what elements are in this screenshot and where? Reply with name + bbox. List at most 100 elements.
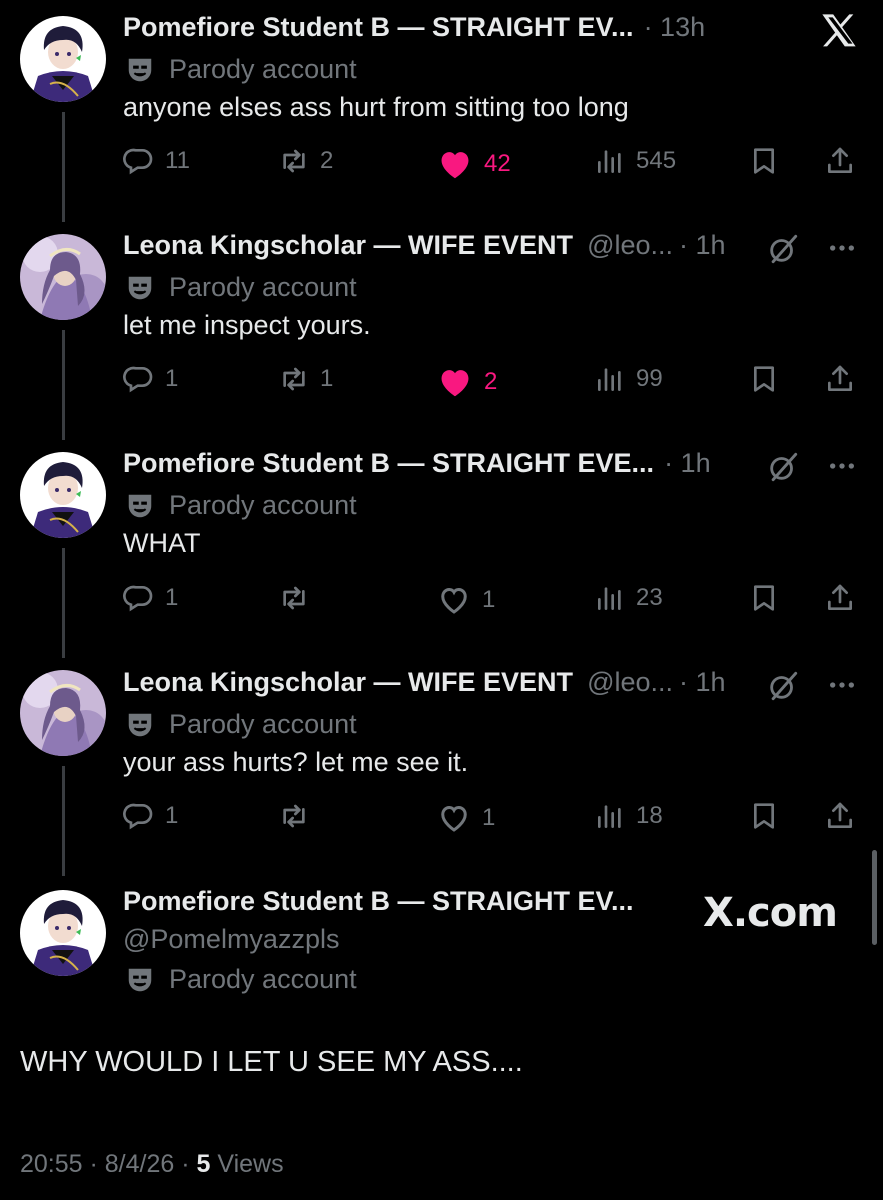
author-name[interactable]: Leona Kingscholar — WIFE EVENT [123,230,573,261]
tweet-text: your ass hurts? let me see it. [123,747,469,777]
thread-connector [62,766,65,876]
parody-label: Parody account [169,964,357,994]
heart-icon [436,582,472,618]
author-name[interactable]: Pomefiore Student B — STRAIGHT EV... [123,12,634,43]
reply-button[interactable]: 1 [123,363,178,395]
views-icon [594,582,626,614]
share-icon [824,145,856,177]
bookmark-button[interactable] [748,363,790,395]
reply-button[interactable]: 1 [123,582,178,614]
repost-icon [278,145,310,177]
parody-mask-icon [125,965,155,995]
like-count: 2 [484,368,498,395]
bookmark-button[interactable] [748,582,790,614]
views-count: 99 [636,365,663,392]
parody-label: Parody account [169,490,357,520]
reply-count: 1 [165,584,179,611]
reply-button[interactable]: 11 [123,145,190,177]
repost-icon [278,363,310,395]
share-button[interactable] [824,145,866,177]
tweet-time[interactable]: · 1h [679,667,726,698]
tweet-meta: 20:55 · 8/4/26 · 5 Views [20,1150,284,1179]
tweet-time[interactable]: · 13h [644,12,706,43]
author-name[interactable]: Leona Kingscholar — WIFE EVENT [123,667,573,698]
avatar[interactable] [20,452,106,538]
reply-icon [123,582,155,614]
thread-connector [62,112,65,222]
more-icon[interactable] [826,450,858,487]
reply-count: 1 [165,802,179,829]
author-handle[interactable]: @leo... [587,230,673,261]
like-count: 1 [482,586,496,613]
views-button[interactable]: 18 [594,800,663,832]
share-button[interactable] [824,800,866,832]
views-button[interactable]: 99 [594,363,663,395]
grok-icon[interactable] [766,450,800,489]
scrollbar[interactable] [872,850,877,945]
repost-icon [278,582,310,614]
reply-icon [123,363,155,395]
repost-button[interactable] [278,582,320,614]
x-logo-icon[interactable] [818,10,860,52]
tweet-time[interactable]: · 1h [664,448,711,479]
author-name[interactable]: Pomefiore Student B — STRAIGHT EVE... [123,448,654,479]
bookmark-icon [748,800,780,832]
repost-button[interactable]: 1 [278,363,333,395]
bookmark-button[interactable] [748,800,790,832]
avatar[interactable] [20,234,106,320]
tweet-time[interactable]: · 1h [679,230,726,261]
reply-count: 11 [165,147,190,174]
repost-button[interactable]: 2 [278,145,333,177]
thread-connector [62,548,65,658]
repost-count: 2 [320,147,334,174]
bookmark-icon [748,363,780,395]
parody-label: Parody account [169,709,357,739]
views-count: 5 [196,1150,211,1178]
reply-count: 1 [165,365,179,392]
reply-button[interactable]: 1 [123,800,178,832]
bookmark-button[interactable] [748,145,790,177]
parody-mask-icon [125,273,155,303]
share-icon [824,582,856,614]
tweet-text: WHAT [123,528,201,558]
more-icon[interactable] [826,232,858,269]
views-icon [594,800,626,832]
repost-count: 1 [320,365,334,392]
views-icon [594,363,626,395]
reply-icon [123,800,155,832]
share-icon [824,800,856,832]
x-com-watermark: X.com [703,890,838,936]
like-button[interactable]: 1 [436,800,495,836]
parody-mask-icon [125,491,155,521]
author-name[interactable]: Pomefiore Student B — STRAIGHT EV... [123,886,634,917]
like-button[interactable]: 42 [436,145,511,183]
thread-connector [62,330,65,440]
views-count: 545 [636,147,677,174]
author-handle[interactable]: @leo... [587,667,673,698]
like-count: 1 [482,804,496,831]
avatar[interactable] [20,890,106,976]
timestamp[interactable]: 20:55 · 8/4/26 · [20,1150,197,1178]
avatar[interactable] [20,16,106,102]
views-label: Views [210,1150,284,1178]
grok-icon[interactable] [766,232,800,271]
repost-button[interactable] [278,800,320,832]
parody-label: Parody account [169,54,357,84]
share-icon [824,363,856,395]
tweet-text: anyone elses ass hurt from sitting too l… [123,92,629,122]
views-count: 23 [636,584,663,611]
author-handle[interactable]: @Pomelmyazzpls [123,924,339,955]
views-button[interactable]: 23 [594,582,663,614]
more-icon[interactable] [826,669,858,706]
like-button[interactable]: 1 [436,582,495,618]
grok-icon[interactable] [766,669,800,708]
share-button[interactable] [824,363,866,395]
avatar[interactable] [20,670,106,756]
like-button[interactable]: 2 [436,363,497,401]
share-button[interactable] [824,582,866,614]
views-icon [594,145,626,177]
parody-mask-icon [125,710,155,740]
views-button[interactable]: 545 [594,145,676,177]
parody-mask-icon [125,55,155,85]
heart-icon [436,800,472,836]
